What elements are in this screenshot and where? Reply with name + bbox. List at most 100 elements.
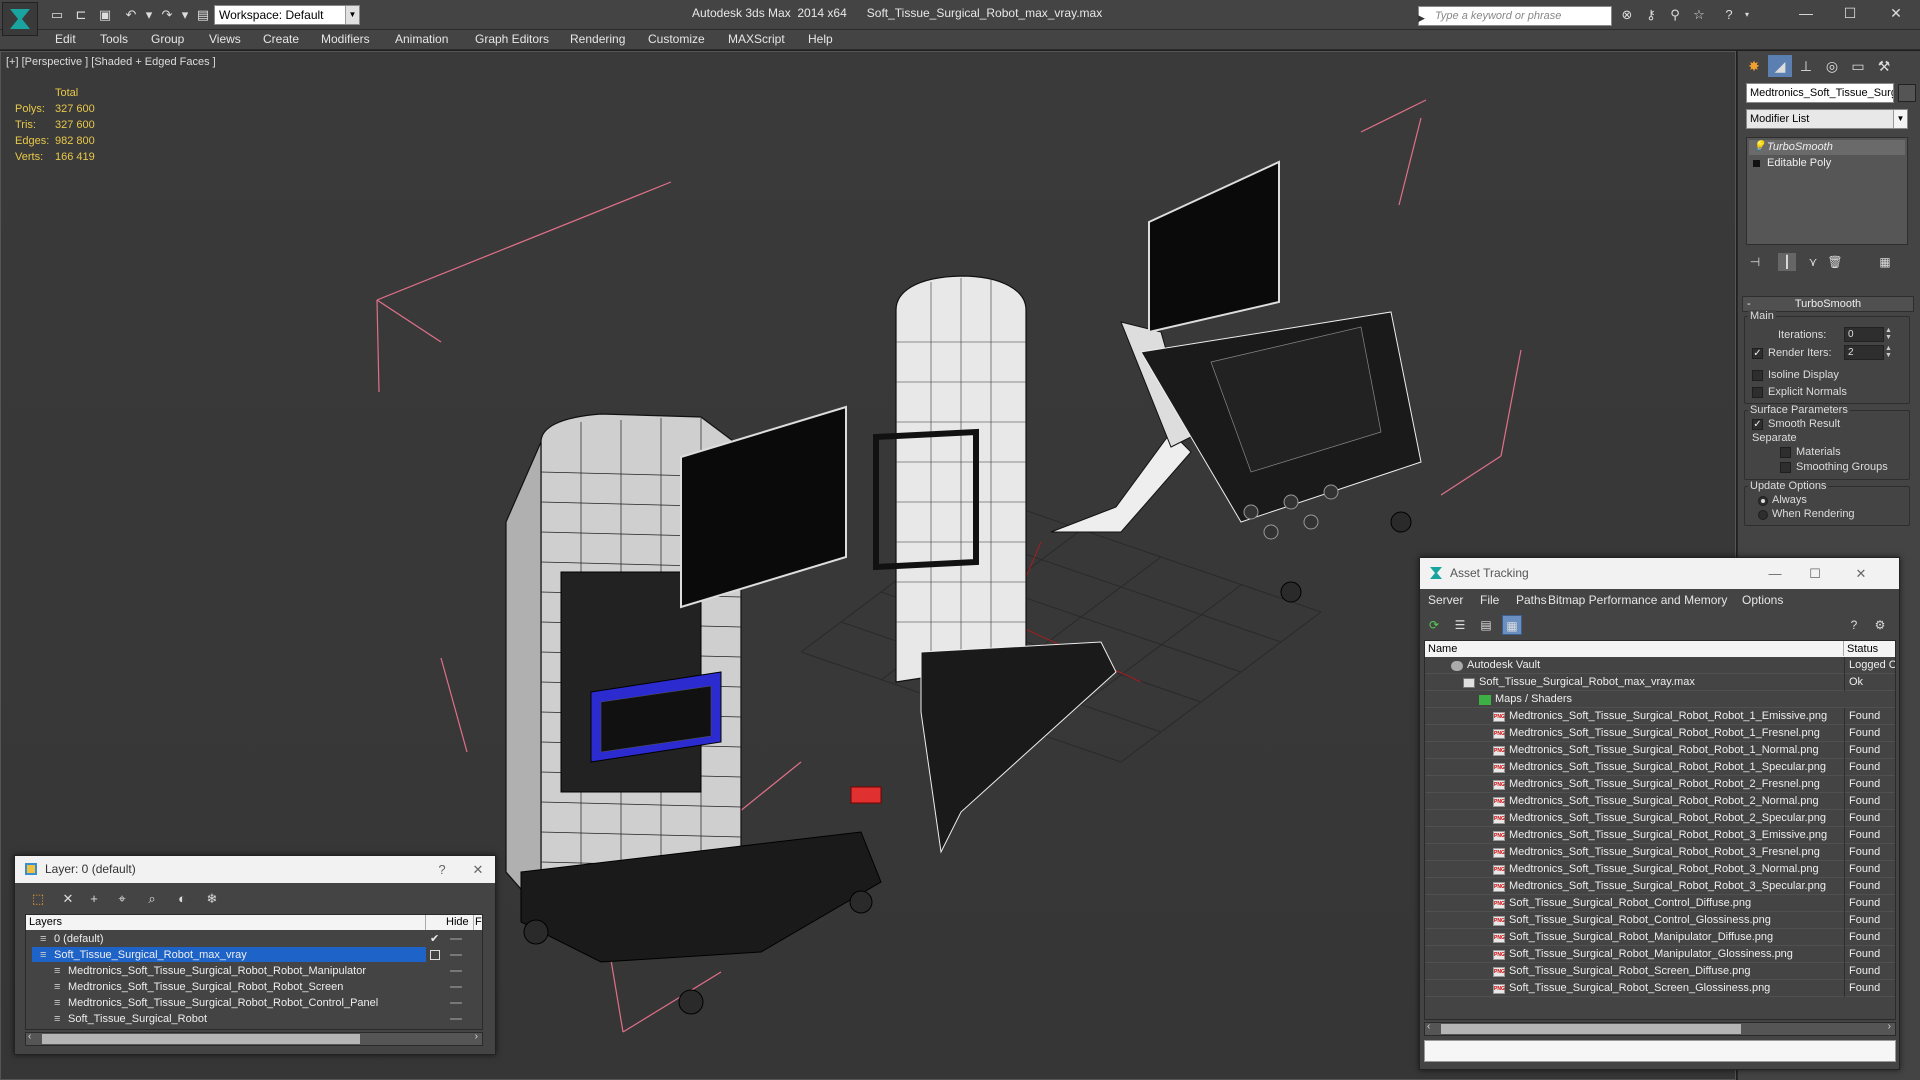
smoothing-groups-checkbox[interactable]	[1780, 462, 1791, 473]
layer-row[interactable]: ≡ Medtronics_Soft_Tissue_Surgical_Robot_R…	[26, 979, 482, 995]
hide-toggle[interactable]	[450, 938, 462, 940]
layer-row[interactable]: ≡ Soft_Tissue_Surgical_Robot_max_vray	[26, 947, 482, 963]
hide-toggle[interactable]	[450, 970, 462, 972]
column-hide[interactable]: Hide	[426, 915, 474, 930]
add-to-layer-icon[interactable]: +	[83, 888, 105, 910]
configure-sets-icon[interactable]: ▦	[1876, 253, 1894, 271]
always-radio[interactable]	[1758, 496, 1768, 506]
explicit-normals-checkbox[interactable]	[1752, 387, 1763, 398]
menu-customize[interactable]: Customize	[648, 32, 705, 46]
layer-name-cell[interactable]: ≡ Soft_Tissue_Surgical_Robot_max_vray	[32, 947, 426, 962]
menu-maxscript[interactable]: MAXScript	[728, 32, 785, 46]
menu-create[interactable]: Create	[263, 32, 299, 46]
asset-row[interactable]: Soft_Tissue_Surgical_Robot_max_vray.max O…	[1425, 674, 1895, 691]
expand-box-icon[interactable]	[1753, 160, 1760, 167]
hide-toggle[interactable]	[450, 1002, 462, 1004]
asset-row[interactable]: PNG Medtronics_Soft_Tissue_Surgical_Robot…	[1425, 827, 1895, 844]
new-layer-icon[interactable]: ⬚	[27, 888, 49, 910]
workspace-select[interactable]: Workspace: Default ▼	[214, 5, 360, 25]
new-file-icon[interactable]: ▭	[48, 6, 66, 24]
hide-toggle[interactable]	[450, 986, 462, 988]
horizontal-scrollbar[interactable]: ‹ ›	[25, 1031, 483, 1046]
menu-animation[interactable]: Animation	[395, 32, 448, 46]
close-button[interactable]: ✕	[1874, 0, 1918, 26]
menu-graph-editors[interactable]: Graph Editors	[475, 32, 549, 46]
when-rendering-radio[interactable]	[1758, 510, 1768, 520]
column-layers[interactable]: Layers	[26, 915, 426, 930]
scroll-right-icon[interactable]: ›	[1888, 1021, 1891, 1032]
close-button[interactable]: ✕	[1846, 560, 1876, 587]
hide-all-icon[interactable]: ◐	[171, 888, 193, 910]
search-input[interactable]: ▶ Type a keyword or phrase	[1418, 6, 1612, 26]
scroll-right-icon[interactable]: ›	[475, 1031, 478, 1042]
layer-name-cell[interactable]: ≡ Soft_Tissue_Surgical_Robot	[46, 1011, 426, 1026]
asset-row[interactable]: PNG Medtronics_Soft_Tissue_Surgical_Robot…	[1425, 861, 1895, 878]
menu-server[interactable]: Server	[1428, 593, 1463, 607]
current-layer-box-icon[interactable]	[430, 950, 440, 960]
menu-file[interactable]: File	[1480, 593, 1499, 607]
menu-paths[interactable]: Paths	[1516, 593, 1547, 607]
column-status[interactable]: Status	[1844, 641, 1895, 656]
modify-tab-icon[interactable]: ◢	[1768, 55, 1792, 77]
asset-row[interactable]: PNG Soft_Tissue_Surgical_Robot_Screen_Glo…	[1425, 980, 1895, 997]
layer-row[interactable]: ≡ Medtronics_Soft_Tissue_Surgical_Robot_R…	[26, 995, 482, 1011]
hierarchy-tab-icon[interactable]: ⊥	[1794, 55, 1818, 77]
layer-name-cell[interactable]: ≡ 0 (default)	[32, 931, 426, 946]
layer-row[interactable]: ≡ Medtronics_Soft_Tissue_Surgical_Robot_R…	[26, 963, 482, 979]
highlight-layer-icon[interactable]: ⌕	[141, 888, 163, 910]
render-iters-spinner[interactable]: 2	[1844, 345, 1884, 360]
scrollbar-thumb[interactable]	[42, 1034, 360, 1044]
asset-row[interactable]: PNG Medtronics_Soft_Tissue_Surgical_Robot…	[1425, 742, 1895, 759]
viewport-label[interactable]: [+] [Perspective ] [Shaded + Edged Faces…	[6, 56, 216, 68]
column-freeze[interactable]: F	[474, 915, 482, 930]
spinner-arrows-icon[interactable]: ▲ ▼	[1884, 327, 1893, 342]
hide-toggle[interactable]	[450, 1018, 462, 1020]
object-color-swatch[interactable]	[1898, 84, 1916, 102]
delete-layer-icon[interactable]: ✕	[57, 888, 79, 910]
render-iters-checkbox[interactable]: ✓	[1752, 348, 1763, 359]
layer-row[interactable]: ≡ 0 (default) ✔	[26, 931, 482, 947]
freeze-all-icon[interactable]: ❄	[201, 888, 223, 910]
person-icon[interactable]: ⚲	[1666, 7, 1684, 23]
menu-group[interactable]: Group	[151, 32, 184, 46]
asset-row[interactable]: PNG Soft_Tissue_Surgical_Robot_Manipulato…	[1425, 946, 1895, 963]
modifier-list-dropdown[interactable]: Modifier List ▼	[1746, 109, 1908, 129]
layer-name-cell[interactable]: ≡ Medtronics_Soft_Tissue_Surgical_Robot_R…	[46, 963, 426, 978]
asset-row[interactable]: PNG Soft_Tissue_Surgical_Robot_Screen_Dif…	[1425, 963, 1895, 980]
isoline-display-checkbox[interactable]	[1752, 370, 1763, 381]
asset-row[interactable]: PNG Medtronics_Soft_Tissue_Surgical_Robot…	[1425, 878, 1895, 895]
asset-row[interactable]: PNG Medtronics_Soft_Tissue_Surgical_Robot…	[1425, 810, 1895, 827]
undo-icon[interactable]: ↶	[122, 6, 140, 24]
binoculars-icon[interactable]: ⊗	[1618, 7, 1636, 23]
asset-row[interactable]: PNG Medtronics_Soft_Tissue_Surgical_Robot…	[1425, 759, 1895, 776]
asset-row[interactable]: PNG Medtronics_Soft_Tissue_Surgical_Robot…	[1425, 708, 1895, 725]
dialog-title-bar[interactable]: Layer: 0 (default)	[15, 856, 495, 883]
minimize-button[interactable]: —	[1784, 0, 1828, 26]
layer-row[interactable]: ≡ Soft_Tissue_Surgical_Robot	[26, 1011, 482, 1027]
scroll-left-icon[interactable]: ‹	[28, 1031, 31, 1042]
utilities-tab-icon[interactable]: ⚒	[1872, 55, 1896, 77]
object-name-field[interactable]: Medtronics_Soft_Tissue_Surg	[1746, 83, 1894, 103]
horizontal-scrollbar[interactable]: ‹ ›	[1424, 1021, 1896, 1036]
stack-item-editable-poly[interactable]: Editable Poly	[1749, 156, 1905, 171]
show-end-result-icon[interactable]: ┃	[1778, 253, 1796, 271]
asset-row[interactable]: PNG Soft_Tissue_Surgical_Robot_Control_Di…	[1425, 895, 1895, 912]
lightbulb-icon[interactable]: 💡	[1753, 142, 1765, 152]
list-view-icon[interactable]: ☰	[1450, 615, 1470, 635]
save-file-icon[interactable]: ▣	[96, 6, 114, 24]
menu-edit[interactable]: Edit	[55, 32, 76, 46]
column-name[interactable]: Name	[1425, 641, 1844, 656]
close-button[interactable]: ✕	[463, 856, 493, 883]
menu-options[interactable]: Options	[1742, 593, 1783, 607]
current-layer-check-icon[interactable]: ✔	[430, 931, 439, 947]
create-tab-icon[interactable]: ✸	[1742, 55, 1766, 77]
hide-toggle[interactable]	[450, 954, 462, 956]
asset-row[interactable]: PNG Medtronics_Soft_Tissue_Surgical_Robot…	[1425, 844, 1895, 861]
asset-row[interactable]: PNG Medtronics_Soft_Tissue_Surgical_Robot…	[1425, 776, 1895, 793]
menu-rendering[interactable]: Rendering	[570, 32, 625, 46]
select-objects-icon[interactable]: ⌖	[111, 888, 133, 910]
table-view-icon[interactable]: ▦	[1502, 615, 1522, 635]
stack-item-turbosmooth[interactable]: 💡 TurboSmooth	[1749, 140, 1905, 155]
open-file-icon[interactable]: ⊏	[72, 6, 90, 24]
motion-tab-icon[interactable]: ◎	[1820, 55, 1844, 77]
